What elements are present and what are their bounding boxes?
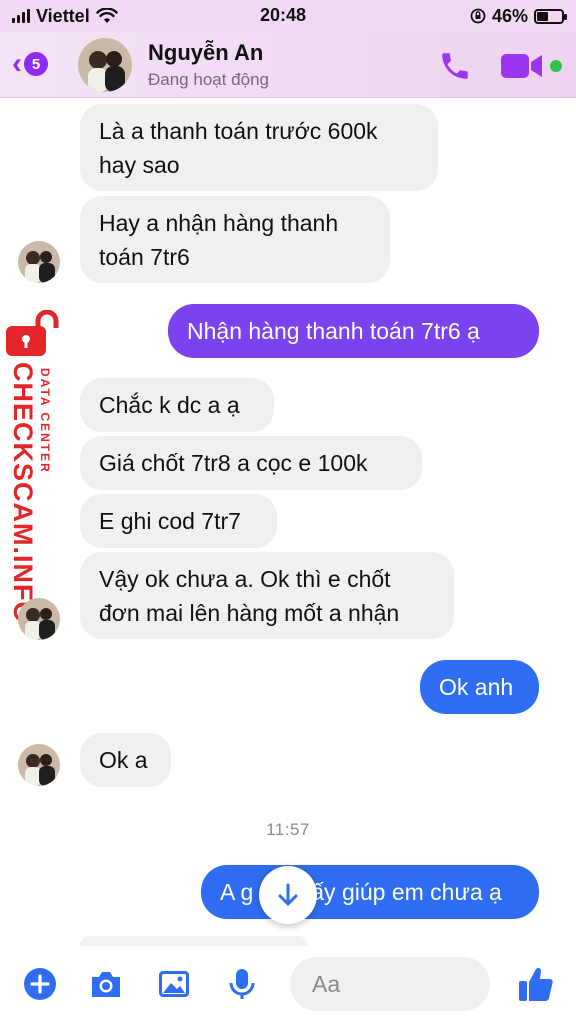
signal-icon — [12, 9, 30, 23]
watermark-brand: CHECKSCAM.INFO — [8, 362, 38, 624]
back-button[interactable]: ‹ 5 — [12, 47, 48, 80]
message-text: Ok a — [99, 747, 148, 773]
message-text: Vậy ok chưa a. Ok thì e chốt — [99, 565, 391, 592]
scroll-to-bottom-button[interactable] — [259, 866, 317, 924]
message-bubble-incoming[interactable]: Giá chốt 7tr8 a cọc e 100k — [80, 436, 422, 490]
message-input[interactable]: Aa — [290, 957, 490, 1011]
timestamp: 11:57 — [266, 820, 310, 839]
message-bubble-incoming[interactable]: Là a thanh toán trước 600k hay sao — [80, 104, 438, 191]
contact-avatar[interactable] — [78, 38, 132, 92]
status-bar: Viettel 20:48 46% — [0, 0, 576, 32]
contact-name: Nguyễn An — [148, 40, 264, 65]
sender-avatar[interactable] — [18, 241, 60, 283]
message-text: ấy giúp em chưa ạ — [311, 879, 502, 905]
battery-percent: 46% — [491, 5, 528, 26]
plus-circle-icon[interactable] — [22, 966, 58, 1002]
message-text: A g — [220, 879, 254, 905]
message-bubble-outgoing[interactable]: A g ấy giúp em chưa ạ — [201, 865, 539, 919]
camera-icon[interactable] — [88, 966, 124, 1002]
clock: 20:48 — [260, 5, 307, 25]
message-text: toán 7tr6 — [99, 243, 190, 270]
message-bubble-outgoing[interactable]: Ok anh — [420, 660, 539, 714]
presence-status: Đang hoạt động — [148, 70, 269, 89]
message-input-placeholder: Aa — [312, 970, 341, 997]
message-text: E ghi cod 7tr7 — [99, 508, 241, 534]
message-text: Giá chốt 7tr8 a cọc e 100k — [99, 450, 368, 476]
chevron-left-icon: ‹ — [12, 47, 22, 80]
message-text: Ok anh — [439, 674, 514, 700]
carrier-label: Viettel — [36, 5, 90, 26]
message-text: Chắc k dc a ạ — [99, 392, 240, 418]
message-text: Nhận hàng thanh toán 7tr6 ạ — [187, 318, 480, 344]
message-text: Là a thanh toán trước 600k — [99, 117, 378, 144]
arrow-down-icon — [278, 883, 298, 906]
message-bubble-incoming[interactable]: E ghi cod 7tr7 — [80, 494, 277, 548]
chat-header: ‹ 5 Nguyễn An Đang hoạt động — [0, 32, 576, 98]
watermark-subtitle: DATA CENTER — [38, 368, 52, 474]
message-text: đơn mai lên hàng mốt a nhận — [99, 599, 400, 626]
phone-icon[interactable] — [438, 49, 472, 83]
partial-message-bubble — [80, 936, 308, 946]
microphone-icon[interactable] — [224, 966, 260, 1002]
status-right: 46% — [470, 5, 567, 27]
sender-avatar[interactable] — [18, 744, 60, 786]
unread-count-badge: 5 — [24, 52, 48, 76]
online-indicator — [550, 60, 562, 72]
image-icon[interactable] — [156, 966, 192, 1002]
status-left: Viettel — [12, 6, 118, 27]
padlock-icon — [6, 310, 59, 356]
message-bubble-incoming[interactable]: Hay a nhận hàng thanh toán 7tr6 — [80, 196, 390, 283]
message-bubble-outgoing[interactable]: Nhận hàng thanh toán 7tr6 ạ — [168, 304, 539, 358]
message-text: Hay a nhận hàng thanh — [99, 209, 339, 236]
video-camera-icon[interactable] — [500, 52, 544, 80]
message-bubble-incoming[interactable]: Vậy ok chưa a. Ok thì e chốt đơn mai lên … — [80, 552, 454, 639]
sender-avatar[interactable] — [18, 598, 60, 640]
battery-level — [537, 11, 549, 21]
wifi-icon — [96, 8, 118, 23]
battery-icon — [534, 8, 567, 24]
thumbs-up-icon[interactable] — [516, 964, 556, 1004]
message-bubble-incoming[interactable]: Chắc k dc a ạ — [80, 378, 274, 432]
orientation-lock-icon — [470, 8, 486, 24]
message-text: hay sao — [99, 151, 180, 178]
message-bubble-incoming[interactable]: Ok a — [80, 733, 171, 787]
